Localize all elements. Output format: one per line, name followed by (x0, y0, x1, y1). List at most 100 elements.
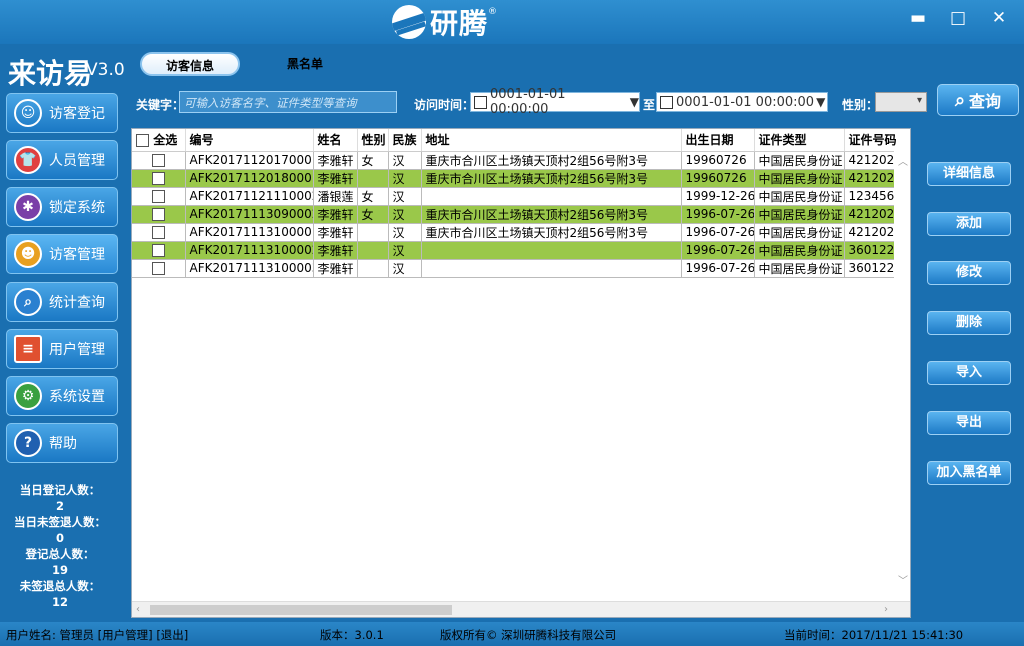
import-button[interactable]: 导入 (927, 361, 1011, 385)
row-checkbox-cell[interactable] (132, 223, 186, 242)
sidebar-item-label: 统计查询 (49, 295, 105, 311)
bug-icon: ✱ (14, 193, 42, 221)
sidebar-item-label: 帮助 (49, 436, 77, 452)
scroll-up-icon[interactable]: ︿ (898, 153, 908, 168)
row-checkbox-cell[interactable] (132, 151, 186, 170)
scroll-down-icon[interactable]: ﹀ (898, 572, 908, 587)
cell-id: AFK20171113090002 (185, 205, 314, 224)
sidebar-item-lock-system[interactable]: ✱ 锁定系统 (6, 187, 118, 227)
col-header-cert-type[interactable]: 证件类型 (754, 129, 845, 152)
help-icon: ? (14, 429, 42, 457)
row-checkbox-cell[interactable] (132, 259, 186, 278)
cell-birth: 1996-07-26 (681, 205, 755, 224)
gear-icon: ⚙ (14, 382, 42, 410)
cell-id: AFK20171113100002 (185, 241, 314, 260)
row-checkbox[interactable] (151, 172, 165, 185)
status-user[interactable]: 用户姓名: 管理员 [用户管理] [退出] (6, 627, 188, 643)
row-checkbox-cell[interactable] (132, 169, 186, 188)
sex-select[interactable] (875, 92, 927, 112)
cell-birth: 1996-07-26 (681, 241, 755, 260)
cell-nation: 汉 (388, 169, 422, 188)
sidebar-item-visitor-manage[interactable]: ☻ 访客管理 (6, 234, 118, 274)
col-header-sex[interactable]: 性别 (357, 129, 389, 152)
dropdown-arrow-icon[interactable]: ▼ (816, 95, 825, 109)
row-checkbox-cell[interactable] (132, 187, 186, 206)
cell-cert: 中国居民身份证 (754, 241, 845, 260)
maximize-icon[interactable]: □ (946, 8, 970, 28)
status-time: 当前时间：2017/11/21 15:41:30 (784, 628, 964, 642)
table-row[interactable]: AFK20171120180001 李雅轩 汉重庆市合川区土场镇天顶村2组56号附3… (132, 169, 910, 188)
row-checkbox-cell[interactable] (132, 241, 186, 260)
to-date-checkbox[interactable] (660, 95, 673, 109)
cell-name: 李雅轩 (313, 241, 358, 260)
col-header-nation[interactable]: 民族 (388, 129, 422, 152)
add-button[interactable]: 添加 (927, 212, 1011, 236)
table-row[interactable]: AFK20171120170001 李雅轩女汉重庆市合川区土场镇天顶村2组56号附… (132, 151, 910, 170)
table-row[interactable]: AFK20171121110002 潘银莲女汉 1999-12-26 中国居民身份证 1… (132, 187, 910, 206)
edit-button[interactable]: 修改 (927, 261, 1011, 285)
vertical-scrollbar[interactable]: ︿ ﹀ (894, 151, 910, 601)
select-all-header[interactable]: 全选 (132, 129, 186, 152)
from-date-checkbox[interactable] (474, 95, 487, 109)
tab-visitor-info[interactable]: 访客信息 (140, 52, 240, 76)
row-checkbox[interactable] (151, 208, 165, 221)
scroll-right-icon[interactable]: › (884, 604, 888, 615)
cell-sex: 女 (357, 187, 389, 206)
row-checkbox[interactable] (151, 190, 165, 203)
close-icon[interactable]: ✕ (987, 8, 1011, 28)
tab-bar: 访客信息 黑名单 (128, 44, 1024, 80)
query-button[interactable]: ⌕ 查询 (937, 84, 1019, 116)
status-bar: 用户姓名: 管理员 [用户管理] [退出] 版本：3.0.1 版权所有© 深圳研… (0, 622, 1024, 646)
app-brand: 来访易 (8, 57, 93, 90)
col-header-birth[interactable]: 出生日期 (681, 129, 755, 152)
row-checkbox-cell[interactable] (132, 205, 186, 224)
col-header-id[interactable]: 编号 (185, 129, 314, 152)
row-checkbox[interactable] (151, 226, 165, 239)
cell-id: AFK20171121110002 (185, 187, 314, 206)
cell-address (421, 259, 682, 278)
cell-name: 李雅轩 (313, 259, 358, 278)
horizontal-scrollbar[interactable]: ‹ › (132, 601, 910, 617)
sidebar-item-help[interactable]: ? 帮助 (6, 423, 118, 463)
select-all-checkbox[interactable] (136, 134, 149, 148)
visit-time-from-picker[interactable]: 0001-01-01 00:00:00 ▼ (470, 87, 640, 117)
sidebar-item-label: 系统设置 (49, 389, 105, 405)
sidebar-item-user-manage[interactable]: ≡ 用户管理 (6, 329, 118, 369)
delete-button[interactable]: 删除 (927, 311, 1011, 335)
cell-birth: 19960726 (681, 151, 755, 170)
col-header-cert-no[interactable]: 证件号码 (844, 129, 910, 152)
row-checkbox[interactable] (151, 154, 165, 167)
tab-blacklist[interactable]: 黑名单 (268, 52, 342, 76)
cell-sex (357, 241, 389, 260)
cell-nation: 汉 (388, 259, 422, 278)
cell-nation: 汉 (388, 187, 422, 206)
sidebar-item-visitor-register[interactable]: ☺ 访客登记 (6, 93, 118, 133)
scroll-left-icon[interactable]: ‹ (136, 604, 140, 615)
col-header-address[interactable]: 地址 (421, 129, 682, 152)
add-to-blacklist-button[interactable]: 加入黑名单 (927, 461, 1011, 485)
row-checkbox[interactable] (151, 262, 165, 275)
keyword-input[interactable]: 可输入访客名字、证件类型等查询 (179, 91, 397, 113)
sidebar-item-personnel[interactable]: 👕 人员管理 (6, 140, 118, 180)
minimize-icon[interactable]: ▬ (906, 8, 930, 28)
table-row[interactable]: AFK20171113100003 李雅轩汉 1996-07-26 中国居民身份证 36… (132, 259, 910, 278)
logo-text: 研腾 (430, 7, 489, 40)
details-button[interactable]: 详细信息 (927, 162, 1011, 186)
table-row[interactable]: AFK20171113100001 李雅轩 汉重庆市合川区土场镇天顶村2组56号附3… (132, 223, 910, 242)
visit-time-to-picker[interactable]: 0001-01-01 00:00:00 ▼ (656, 92, 828, 112)
status-version: 版本：3.0.1 (320, 628, 384, 642)
horizontal-scroll-thumb[interactable] (150, 605, 452, 615)
cell-name: 李雅轩 (313, 205, 358, 224)
cell-name: 李雅轩 (313, 151, 358, 170)
sidebar-item-statistics[interactable]: ⌕ 统计查询 (6, 282, 118, 322)
cell-address: 重庆市合川区土场镇天顶村2组56号附3号 (421, 205, 682, 224)
cell-sex (357, 223, 389, 242)
table-row[interactable]: AFK20171113090002 李雅轩女汉重庆市合川区土场镇天顶村2组56号附… (132, 205, 910, 224)
export-button[interactable]: 导出 (927, 411, 1011, 435)
row-checkbox[interactable] (151, 244, 165, 257)
sidebar-item-settings[interactable]: ⚙ 系统设置 (6, 376, 118, 416)
col-header-name[interactable]: 姓名 (313, 129, 358, 152)
table-row[interactable]: AFK20171113100002 李雅轩汉 1996-07-26 中国居民身份证 36… (132, 241, 910, 260)
sidebar-item-label: 人员管理 (49, 153, 105, 169)
dropdown-arrow-icon[interactable]: ▼ (630, 95, 639, 109)
